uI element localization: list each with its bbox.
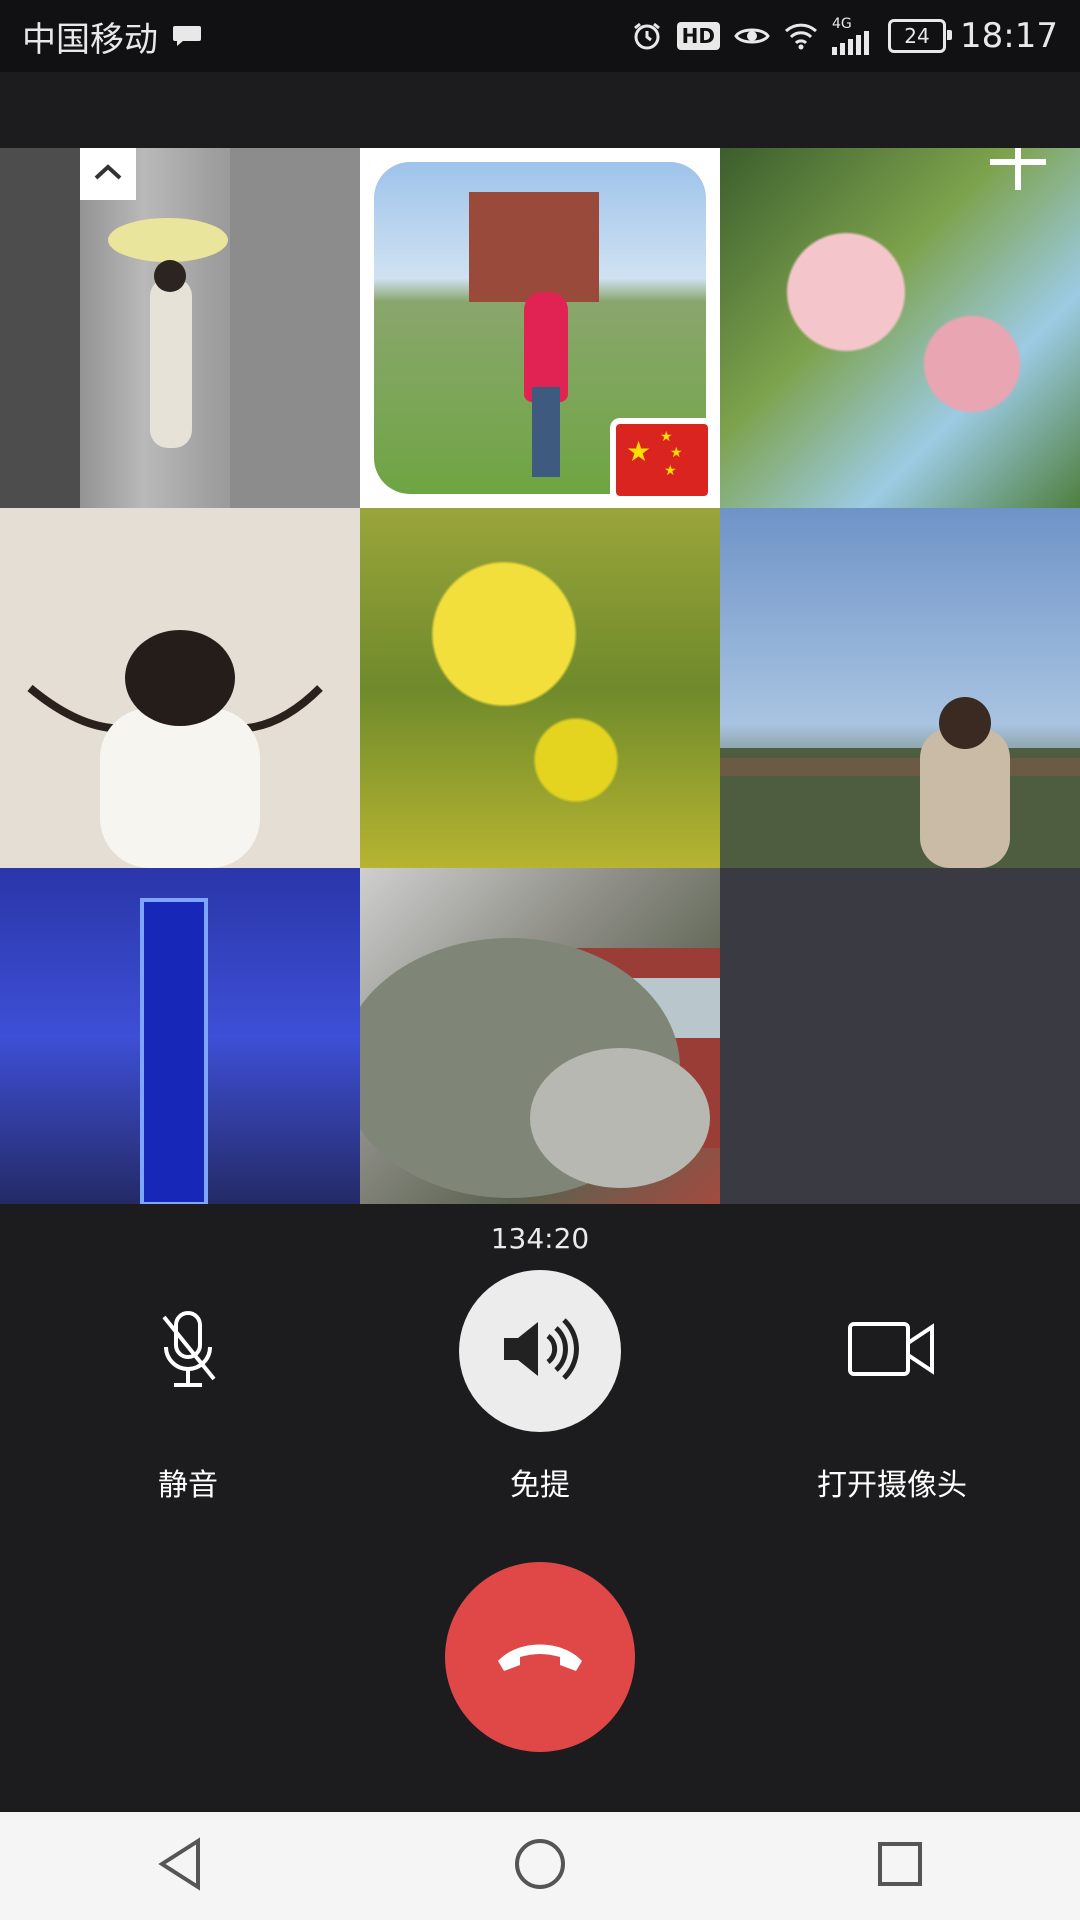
person-legs [532, 387, 560, 477]
participant-tile-5[interactable] [360, 508, 720, 868]
participant-tile-3[interactable] [720, 148, 1080, 508]
cellular-signal-icon: 4G [832, 17, 874, 55]
camera-control[interactable]: 打开摄像头 [712, 1270, 1072, 1504]
plus-icon [986, 148, 1050, 198]
clock: 18:17 [960, 16, 1058, 56]
circle-home-icon [513, 1837, 567, 1895]
square-recents-icon [876, 1840, 924, 1892]
speaker-button[interactable] [459, 1270, 621, 1432]
system-nav-bar [0, 1812, 1080, 1920]
message-bubble-icon [172, 23, 202, 49]
participant-grid: ★ ★ ★ ★ [0, 148, 1080, 1204]
participant-tile-1[interactable] [0, 148, 360, 508]
add-participant-button[interactable] [982, 148, 1054, 200]
battery-level: 24 [904, 24, 930, 48]
hd-badge: HD [676, 22, 721, 50]
hangup-button[interactable] [445, 1562, 635, 1752]
nav-home-button[interactable] [480, 1821, 600, 1911]
phone-hangup-icon [494, 1635, 586, 1679]
nav-recents-button[interactable] [840, 1821, 960, 1911]
call-duration: 134:20 [490, 1222, 590, 1255]
participant-tile-8[interactable] [360, 868, 720, 1204]
triangle-back-icon [156, 1837, 204, 1895]
mute-button[interactable] [107, 1270, 269, 1432]
carrier-name: 中国移动 [22, 19, 158, 60]
participant-tile-6[interactable] [720, 508, 1080, 868]
wifi-icon [784, 22, 818, 50]
speaker-label: 免提 [510, 1468, 570, 1503]
eye-comfort-icon [734, 23, 770, 49]
status-bar: 中国移动 HD 4G 24 18:17 [0, 0, 1080, 72]
speaker-control[interactable]: 免提 [360, 1270, 720, 1504]
network-type-label: 4G [832, 16, 852, 32]
castle-shape [469, 192, 599, 302]
china-flag-icon: ★ ★ ★ ★ [610, 418, 714, 502]
video-camera-icon [847, 1321, 937, 1381]
speaker-icon [500, 1314, 580, 1388]
braids-illustration [27, 630, 323, 868]
participant-tile-2[interactable]: ★ ★ ★ ★ [360, 148, 720, 508]
microphone-muted-icon [158, 1309, 218, 1393]
empty-participant-slot [720, 868, 1080, 1204]
thermometer-tower-shape [140, 898, 208, 1204]
person-shape [524, 292, 568, 402]
alarm-icon [631, 20, 663, 52]
call-header-band [0, 72, 1080, 148]
nav-back-button[interactable] [120, 1821, 240, 1911]
camera-label: 打开摄像头 [817, 1468, 967, 1503]
mute-label: 静音 [158, 1468, 218, 1503]
participant-tile-4[interactable] [0, 508, 360, 868]
alley-photo [0, 148, 360, 508]
blossom-tree-photo [360, 938, 720, 1198]
lookout-photo [720, 697, 1080, 868]
participant-tile-7[interactable] [0, 868, 360, 1204]
mute-control[interactable]: 静音 [8, 1270, 368, 1504]
camera-button[interactable] [811, 1270, 973, 1432]
battery-indicator: 24 [888, 19, 953, 53]
